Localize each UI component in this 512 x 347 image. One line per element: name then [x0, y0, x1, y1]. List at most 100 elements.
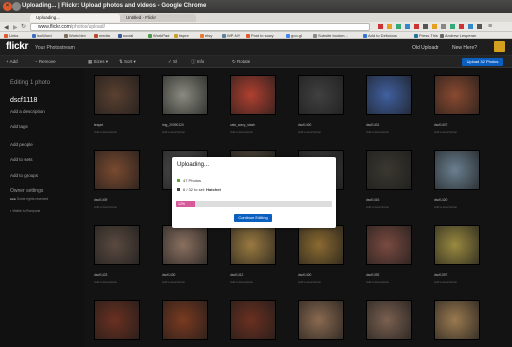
photo-description[interactable]: Add a description	[162, 280, 185, 284]
photo-thumbnail[interactable]	[298, 75, 344, 115]
photo-description[interactable]: Add a description	[298, 280, 321, 284]
photo-title[interactable]: dscf1397	[434, 273, 447, 277]
bookmark-item[interactable]: goo.gl	[286, 32, 302, 39]
extension-icon[interactable]	[396, 24, 401, 29]
extension-icon[interactable]	[459, 24, 464, 29]
description-field[interactable]: Add a description	[10, 109, 45, 114]
bookmark-item[interactable]: Work/dev	[64, 32, 86, 39]
back-icon[interactable]: ◀	[4, 24, 9, 31]
photo-description[interactable]: Add a description	[162, 130, 185, 134]
photo-thumbnail[interactable]	[298, 225, 344, 265]
photo-description[interactable]: Add a description	[434, 205, 457, 209]
photo-thumbnail[interactable]	[94, 300, 140, 340]
photo-title[interactable]: dscf1416	[366, 198, 379, 202]
bookmark-item[interactable]: Subsite bookm...	[313, 32, 348, 39]
bookmark-item[interactable]: Add to Delicious	[363, 32, 397, 39]
extension-icon[interactable]	[441, 24, 446, 29]
photo-thumbnail[interactable]	[162, 300, 208, 340]
extension-icon[interactable]	[387, 24, 392, 29]
sets-field[interactable]: Add to sets	[10, 157, 33, 162]
photo-description[interactable]: Add a description	[94, 280, 117, 284]
bookmark-item[interactable]: isoWord	[32, 32, 52, 39]
bookmark-item[interactable]: fwpre	[174, 32, 189, 39]
photo-title[interactable]: dscf1400	[298, 123, 311, 127]
people-field[interactable]: Add people	[10, 142, 33, 147]
sort-button[interactable]: ⇅ Sort ▾	[119, 59, 136, 65]
photo-description[interactable]: Add a description	[94, 205, 117, 209]
photo-thumbnail[interactable]	[434, 225, 480, 265]
photo-description[interactable]: Add a description	[366, 130, 389, 134]
tab-uploading[interactable]: Uploading...	[30, 14, 120, 22]
bookmark-item[interactable]: Links	[4, 32, 18, 39]
photo-description[interactable]: Add a description	[366, 280, 389, 284]
photo-thumbnail[interactable]	[94, 75, 140, 115]
photo-thumbnail[interactable]	[366, 300, 412, 340]
select-button[interactable]: ✓ Sl	[168, 59, 177, 65]
photo-thumbnail[interactable]	[230, 75, 276, 115]
photo-description[interactable]: Add a description	[230, 130, 253, 134]
bookmark-item[interactable]: etsy	[200, 32, 212, 39]
photo-description[interactable]: Add a description	[298, 130, 321, 134]
wrench-menu-icon[interactable]: ≡	[488, 23, 492, 30]
extension-icon[interactable]	[432, 24, 437, 29]
photo-thumbnail[interactable]	[366, 150, 412, 190]
photo-title[interactable]: dscf1392	[366, 273, 379, 277]
add-button[interactable]: + Add	[6, 59, 18, 64]
photo-description[interactable]: Add a description	[366, 205, 389, 209]
photo-description[interactable]: Add a description	[94, 130, 117, 134]
photo-title[interactable]: dscf1412	[230, 273, 243, 277]
new-here-link[interactable]: New Here?	[452, 45, 477, 51]
bookmark-item[interactable]: social	[118, 32, 133, 39]
photo-title[interactable]: dscf1430	[162, 273, 175, 277]
photo-description[interactable]: Add a description	[434, 130, 457, 134]
bookmark-item[interactable]: WorkPad	[148, 32, 169, 39]
tab-untitled[interactable]: Untitled - Flickr	[120, 14, 196, 22]
photo-thumbnail[interactable]	[434, 300, 480, 340]
extension-icon[interactable]	[477, 24, 482, 29]
address-bar[interactable]: www.flickr.com/photos/upload/	[30, 23, 370, 31]
remove-button[interactable]: − Remove	[35, 59, 56, 64]
bookmark-item[interactable]: Post to sowy	[246, 32, 274, 39]
photo-title[interactable]: img_20090120	[162, 123, 184, 127]
photo-title[interactable]: dscf1401	[366, 123, 379, 127]
photo-thumbnail[interactable]	[162, 75, 208, 115]
sizes-button[interactable]: ▦ Sizes ▾	[88, 59, 108, 65]
rotate-button[interactable]: ↻ Rotate	[232, 59, 250, 65]
photo-thumbnail[interactable]	[94, 150, 140, 190]
extension-icon[interactable]	[423, 24, 428, 29]
photo-title[interactable]: dscf1400	[298, 273, 311, 277]
photo-title[interactable]: teapot	[94, 123, 103, 127]
bookmark-item[interactable]: WP-NY	[222, 32, 240, 39]
photo-thumbnail[interactable]	[366, 75, 412, 115]
forward-icon[interactable]: ▶	[13, 24, 18, 31]
extension-icon[interactable]	[468, 24, 473, 29]
extension-icon[interactable]	[405, 24, 410, 29]
photo-thumbnail[interactable]	[366, 225, 412, 265]
photo-thumbnail[interactable]	[94, 225, 140, 265]
bookmark-item[interactable]: Press This	[414, 32, 438, 39]
privacy-setting[interactable]: ▪ Visible to Everyone	[10, 209, 40, 213]
upload-photos-button[interactable]: Upload 32 Photos	[462, 58, 503, 66]
reload-icon[interactable]: ↻	[21, 23, 26, 30]
photo-thumbnail[interactable]	[230, 225, 276, 265]
bookmark-item[interactable]: media	[94, 32, 110, 39]
photo-thumbnail[interactable]	[162, 225, 208, 265]
extension-icon[interactable]	[414, 24, 419, 29]
photo-title[interactable]: dscf1423	[94, 273, 107, 277]
minimize-window-icon[interactable]	[12, 2, 21, 11]
tags-field[interactable]: Add tags	[10, 124, 28, 129]
photo-title[interactable]: dscf1407	[434, 123, 447, 127]
photo-thumbnail[interactable]	[298, 300, 344, 340]
photo-thumbnail[interactable]	[434, 150, 480, 190]
photo-title[interactable]: dscf1409	[94, 198, 107, 202]
flickr-logo[interactable]: flickr	[6, 41, 28, 52]
extension-icon[interactable]	[450, 24, 455, 29]
extension-icon[interactable]	[378, 24, 383, 29]
old-uploadr-link[interactable]: Old Uploadr	[412, 45, 439, 51]
photo-title[interactable]: cats_wavy_stash	[230, 123, 255, 127]
photo-thumbnail[interactable]	[230, 300, 276, 340]
groups-field[interactable]: Add to groups	[10, 173, 38, 178]
photo-title-field[interactable]: dscf1118	[10, 97, 37, 104]
continue-editing-button[interactable]: Continue Editing	[234, 214, 272, 222]
avatar[interactable]	[494, 41, 505, 52]
